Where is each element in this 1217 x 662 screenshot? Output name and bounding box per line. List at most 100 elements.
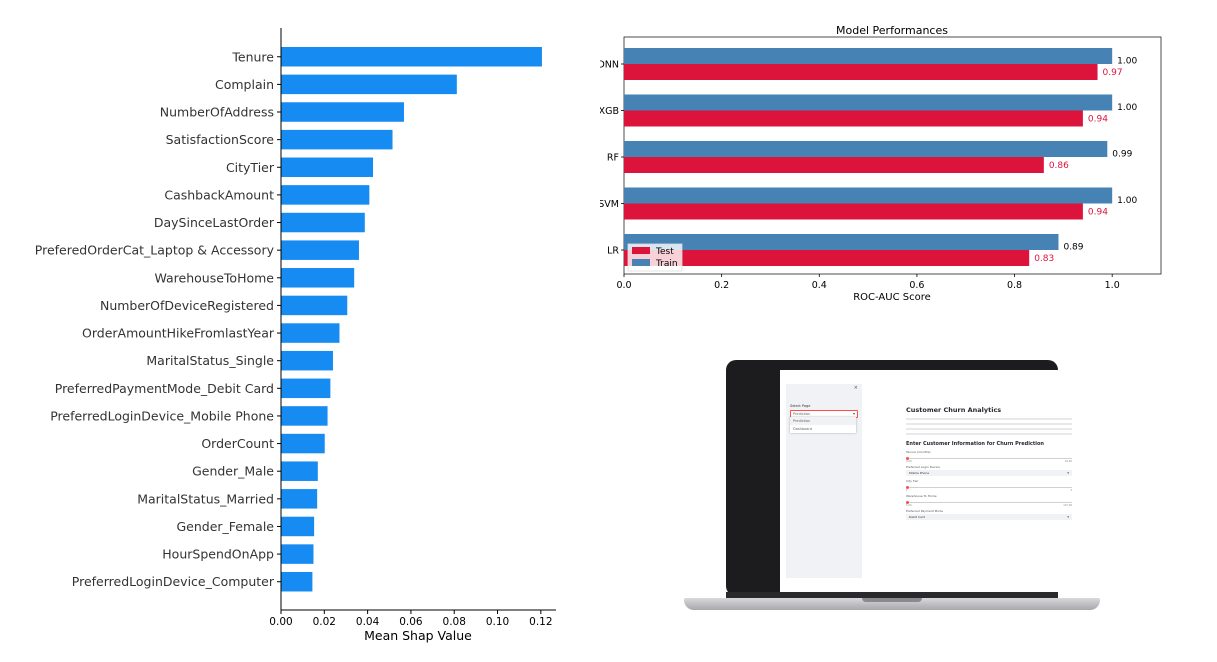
perf-title: Model Performances bbox=[836, 24, 948, 37]
dropdown-option-dashboard[interactable]: Dashboard bbox=[790, 425, 856, 433]
shap-bar bbox=[281, 516, 315, 537]
app-title: Customer Churn Analytics bbox=[906, 406, 1002, 414]
perf-x-tick-label: 0.0 bbox=[616, 280, 631, 291]
shap-bar bbox=[281, 406, 328, 426]
form-heading: Enter Customer Information for Churn Pre… bbox=[906, 441, 1044, 447]
perf-bar-train bbox=[624, 187, 1113, 204]
perf-x-axis-label: ROC-AUC Score bbox=[853, 292, 931, 303]
perf-train-value-label: 0.99 bbox=[1112, 150, 1132, 160]
perf-test-value-label: 0.83 bbox=[1034, 254, 1054, 264]
payment-mode-select[interactable]: Debit Card ▾ bbox=[906, 514, 1072, 520]
field-label: City Tier bbox=[906, 479, 919, 483]
perf-bar-test bbox=[624, 110, 1083, 127]
shap-y-tick-label: Tenure bbox=[231, 49, 274, 64]
shap-bar bbox=[281, 489, 318, 509]
field-label: Preferred Login Device bbox=[906, 465, 941, 469]
laptop-screen: × Select Page Prediction ▾ Prediction Da… bbox=[780, 370, 1088, 592]
shap-bar bbox=[281, 157, 374, 178]
tenure-slider[interactable]: 0.00 61.00 bbox=[906, 455, 1072, 463]
shap-y-tick-label: PreferedOrderCat_Laptop & Accessory bbox=[35, 243, 275, 258]
warehouse-slider[interactable]: 5.00 127.00 bbox=[906, 499, 1072, 507]
select-value: Debit Card bbox=[909, 515, 926, 519]
close-icon[interactable]: × bbox=[854, 385, 858, 391]
perf-y-tick-label: XGB bbox=[600, 106, 619, 117]
shap-y-tick-label: CashbackAmount bbox=[164, 187, 274, 202]
chevron-down-icon: ▾ bbox=[1067, 470, 1069, 475]
shap-x-ticks: 0.00 0.02 0.04 0.06 0.08 0.10 0.12 bbox=[269, 610, 553, 628]
field-label: Tenure (months) bbox=[906, 450, 931, 454]
slider-min: 5.00 bbox=[906, 504, 912, 507]
shap-bar bbox=[281, 212, 365, 233]
perf-y-tick-label: LR bbox=[607, 246, 619, 257]
perf-bar-test bbox=[624, 157, 1044, 173]
perf-bar-train bbox=[624, 141, 1108, 157]
slider-max: 61.00 bbox=[1064, 460, 1072, 463]
shap-chart: Tenure Complain NumberOfAddress Satisfactio… bbox=[35, 28, 556, 643]
shap-y-tick-label: MaritalStatus_Married bbox=[137, 491, 274, 506]
shap-x-tick-label: 0.12 bbox=[529, 616, 552, 628]
slider-min: 1 bbox=[906, 489, 908, 492]
shap-y-tick-label: Gender_Female bbox=[176, 519, 274, 534]
shap-bar bbox=[281, 571, 313, 592]
shap-y-tick-label: NumberOfAddress bbox=[160, 105, 274, 120]
laptop-mockup: × Select Page Prediction ▾ Prediction Da… bbox=[684, 360, 1100, 616]
shap-y-tick-label: Complain bbox=[215, 77, 274, 92]
shap-bar bbox=[281, 102, 404, 122]
page-select-value: Prediction bbox=[793, 411, 811, 416]
perf-test-value-label: 0.86 bbox=[1049, 161, 1069, 171]
app-description bbox=[906, 417, 1072, 437]
shap-bars bbox=[281, 47, 542, 592]
shap-bar bbox=[281, 129, 393, 150]
shap-bar bbox=[281, 323, 340, 343]
shap-y-tick-label: Gender_Male bbox=[192, 464, 274, 479]
field-label: Warehouse To Home bbox=[906, 494, 937, 498]
perf-y-tick-label: SVM bbox=[600, 199, 619, 210]
slider-min: 0.00 bbox=[906, 460, 912, 463]
perf-test-value-label: 0.94 bbox=[1088, 115, 1108, 125]
perf-x-tick-label: 0.6 bbox=[909, 280, 924, 291]
model-performance-chart: Model Performances 1.00 0.97 1.00 0.94 0.99 0… bbox=[600, 24, 1162, 303]
chevron-down-icon: ▾ bbox=[1067, 514, 1069, 519]
app-main: Customer Churn Analytics Enter Customer … bbox=[906, 406, 1072, 520]
shap-y-tick-label: HourSpendOnApp bbox=[162, 547, 274, 562]
shap-bar bbox=[281, 433, 325, 454]
shap-y-tick-label: PreferredPaymentMode_Debit Card bbox=[55, 381, 274, 396]
shap-y-tick-label: OrderAmountHikeFromlastYear bbox=[82, 326, 275, 341]
perf-y-tick-label: DNN bbox=[600, 60, 619, 71]
perf-train-value-label: 1.00 bbox=[1117, 103, 1137, 113]
perf-x-tick-label: 0.2 bbox=[714, 280, 729, 291]
shap-y-tick-label: MaritalStatus_Single bbox=[146, 353, 274, 368]
shap-bar bbox=[281, 240, 359, 260]
app-sidebar: × Select Page Prediction ▾ Prediction Da… bbox=[786, 384, 862, 578]
shap-bar bbox=[281, 378, 331, 399]
shap-x-tick-label: 0.00 bbox=[269, 616, 292, 628]
shap-bar bbox=[281, 185, 370, 205]
perf-train-value-label: 1.00 bbox=[1117, 196, 1137, 206]
shap-bar bbox=[281, 544, 314, 564]
perf-bars: 1.000.971.000.940.990.861.000.940.890.83 bbox=[624, 48, 1137, 266]
perf-y-tick-label: RF bbox=[607, 153, 619, 164]
dropdown-option-prediction[interactable]: Prediction bbox=[790, 417, 856, 425]
shap-y-tick-label: PreferredLoginDevice_Computer bbox=[72, 574, 275, 589]
shap-x-axis-label: Mean Shap Value bbox=[364, 628, 472, 643]
perf-bar-train bbox=[624, 48, 1113, 64]
legend-swatch bbox=[632, 247, 650, 254]
perf-x-tick-label: 0.4 bbox=[812, 280, 827, 291]
laptop-frame: × Select Page Prediction ▾ Prediction Da… bbox=[726, 360, 1088, 596]
perf-train-value-label: 0.89 bbox=[1063, 243, 1083, 253]
login-device-select[interactable]: Mobile Phone ▾ bbox=[906, 470, 1072, 476]
shap-x-tick-label: 0.08 bbox=[443, 616, 466, 628]
shap-bar bbox=[281, 461, 318, 481]
select-value: Mobile Phone bbox=[909, 471, 930, 475]
perf-x-tick-label: 0.8 bbox=[1007, 280, 1022, 291]
chevron-down-icon: ▾ bbox=[852, 411, 855, 416]
shap-y-tick-label: NumberOfDeviceRegistered bbox=[100, 298, 274, 313]
perf-bar-test bbox=[624, 203, 1083, 220]
perf-test-value-label: 0.97 bbox=[1103, 68, 1123, 78]
shap-y-tick-label: WarehouseToHome bbox=[154, 270, 274, 285]
page-dropdown: Prediction Dashboard bbox=[790, 417, 856, 433]
perf-bar-test bbox=[624, 64, 1098, 80]
city-tier-slider[interactable]: 1 3 bbox=[906, 484, 1072, 492]
perf-x-ticks: 0.0 0.2 0.4 0.6 0.8 1.0 bbox=[616, 274, 1120, 291]
perf-bar-train bbox=[624, 94, 1113, 111]
